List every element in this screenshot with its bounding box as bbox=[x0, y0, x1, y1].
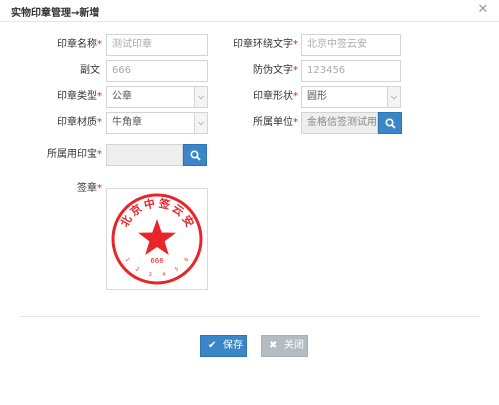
close-button[interactable]: ✖ 关闭 bbox=[261, 335, 308, 357]
required-mark: * bbox=[97, 39, 102, 50]
sub-text-label: 副文 bbox=[20, 60, 100, 82]
signature-label-text: 签章 bbox=[77, 183, 97, 194]
seal-material-value: 牛角章 bbox=[112, 117, 142, 128]
stamp-star-icon bbox=[138, 219, 176, 255]
unit-label-text: 所属单位 bbox=[253, 117, 293, 128]
stamp-preview: 北京中签云安 666 123456 bbox=[106, 188, 208, 290]
stamp-digit: 5 bbox=[174, 266, 180, 273]
chevron-down-icon[interactable]: ⌵ bbox=[194, 113, 207, 133]
stamp-digit: 2 bbox=[134, 266, 140, 273]
dialog-title: 实物印章管理→新增 bbox=[11, 8, 100, 19]
check-icon: ✔ bbox=[208, 340, 217, 351]
seal-owner-input bbox=[106, 144, 183, 166]
unit-label: 所属单位* bbox=[214, 112, 298, 134]
sub-text-input[interactable]: 666 bbox=[106, 60, 208, 82]
seal-type-label: 印章类型* bbox=[20, 86, 102, 108]
signature-label: 签章* bbox=[20, 178, 102, 200]
stamp-ring-char: 签 bbox=[157, 196, 173, 212]
seal-material-label-text: 印章材质 bbox=[57, 117, 97, 128]
anti-fake-text-label-text: 防伪文字 bbox=[253, 65, 293, 76]
stamp-digit: 3 bbox=[148, 272, 152, 278]
required-mark: * bbox=[97, 91, 102, 102]
seal-name-label: 印章名称* bbox=[20, 34, 102, 56]
close-button-label: 关闭 bbox=[284, 340, 304, 351]
seal-shape-label: 印章形状* bbox=[214, 86, 298, 108]
seal-type-value: 公章 bbox=[112, 91, 132, 102]
seal-material-select[interactable]: 牛角章 ⌵ bbox=[106, 112, 208, 134]
seal-owner-label: 所属用印宝* bbox=[10, 144, 102, 166]
stamp-digit: 6 bbox=[184, 257, 191, 263]
footer-divider bbox=[20, 316, 480, 317]
seal-owner-search-button[interactable] bbox=[183, 144, 207, 166]
seal-shape-value: 圆形 bbox=[307, 91, 327, 102]
close-icon: ✖ bbox=[269, 340, 278, 351]
seal-type-select[interactable]: 公章 ⌵ bbox=[106, 86, 208, 108]
required-mark: * bbox=[293, 39, 298, 50]
seal-owner-label-text: 所属用印宝 bbox=[47, 149, 97, 160]
seal-name-input[interactable]: 测试印章 bbox=[106, 34, 208, 56]
anti-fake-text-label: 防伪文字* bbox=[214, 60, 298, 82]
seal-shape-select[interactable]: 圆形 ⌵ bbox=[301, 86, 401, 108]
search-icon bbox=[385, 118, 396, 129]
unit-input: 金格信签测试用户 bbox=[301, 112, 378, 134]
ring-text-label: 印章环绕文字* bbox=[214, 34, 298, 56]
stamp-ring-char: 中 bbox=[143, 196, 157, 212]
save-button[interactable]: ✔ 保存 bbox=[200, 335, 247, 357]
required-mark: * bbox=[293, 65, 298, 76]
required-mark: * bbox=[97, 117, 102, 128]
chevron-down-icon[interactable]: ⌵ bbox=[194, 87, 207, 107]
required-mark: * bbox=[97, 183, 102, 194]
stamp-digit: 1 bbox=[124, 257, 131, 263]
save-button-label: 保存 bbox=[223, 340, 243, 351]
sub-text-label-text: 副文 bbox=[80, 65, 100, 76]
stamp-sub-text: 666 bbox=[150, 257, 164, 265]
add-seal-dialog: 实物印章管理→新增 ✕ 印章名称* 测试印章 印章环绕文字* 北京中签云安 副文… bbox=[0, 0, 499, 405]
search-icon bbox=[190, 150, 201, 161]
required-mark: * bbox=[293, 91, 298, 102]
unit-search-button[interactable] bbox=[378, 112, 402, 134]
required-mark: * bbox=[293, 117, 298, 128]
stamp-digit: 4 bbox=[162, 272, 166, 278]
dialog-header: 实物印章管理→新增 ✕ bbox=[0, 0, 499, 22]
seal-material-label: 印章材质* bbox=[20, 112, 102, 134]
chevron-down-icon[interactable]: ⌵ bbox=[387, 87, 400, 107]
ring-text-input[interactable]: 北京中签云安 bbox=[301, 34, 401, 56]
close-icon[interactable]: ✕ bbox=[476, 3, 490, 17]
seal-stamp-image: 北京中 签云安 666 123 456 bbox=[111, 193, 203, 285]
seal-type-label-text: 印章类型 bbox=[57, 91, 97, 102]
ring-text-label-text: 印章环绕文字 bbox=[233, 39, 293, 50]
required-mark: * bbox=[97, 149, 102, 160]
seal-shape-label-text: 印章形状 bbox=[253, 91, 293, 102]
anti-fake-text-input[interactable]: 123456 bbox=[301, 60, 401, 82]
seal-name-label-text: 印章名称 bbox=[57, 39, 97, 50]
